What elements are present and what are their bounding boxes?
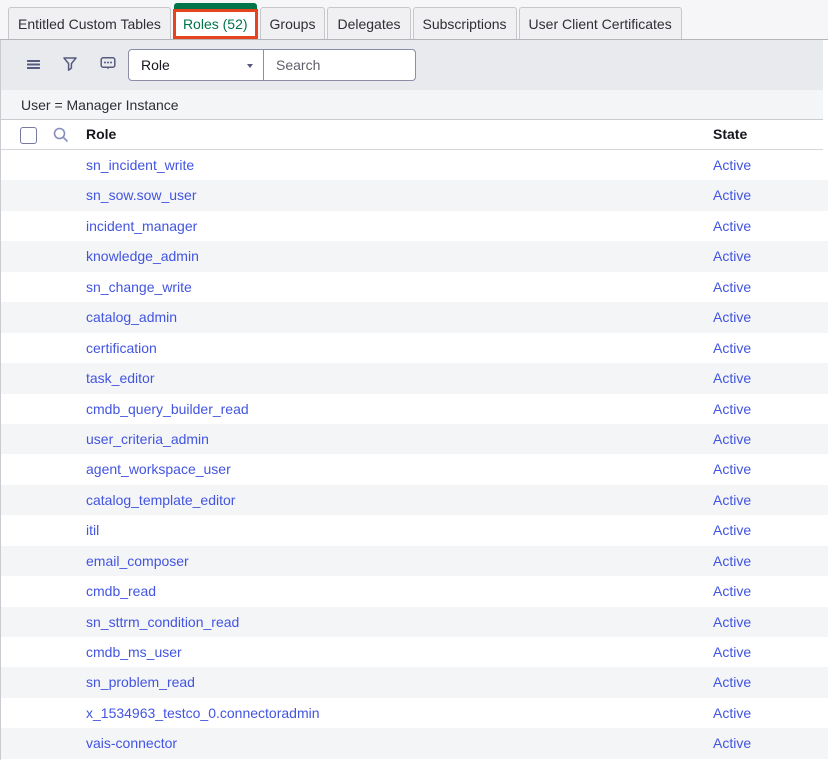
role-link[interactable]: certification <box>86 340 157 356</box>
table-row: certification Active <box>1 333 828 363</box>
table-row: sn_sttrm_condition_read Active <box>1 607 828 637</box>
state-value[interactable]: Active <box>713 614 751 630</box>
role-link[interactable]: x_1534963_testco_0.connectoradmin <box>86 705 320 721</box>
tab-label: Entitled Custom Tables <box>18 16 161 32</box>
tab-label: Roles (52) <box>183 16 248 32</box>
state-value[interactable]: Active <box>713 309 751 325</box>
tab-label: Delegates <box>337 16 400 32</box>
tab-bar: Entitled Custom Tables Roles (52) Groups… <box>0 0 828 40</box>
state-value[interactable]: Active <box>713 461 751 477</box>
list-search: Role <box>128 49 416 81</box>
tab-entitled-custom-tables[interactable]: Entitled Custom Tables <box>8 3 171 39</box>
state-value[interactable]: Active <box>713 279 751 295</box>
breadcrumb: User = Manager Instance <box>1 90 823 120</box>
table-row: cmdb_read Active <box>1 576 828 606</box>
tab-delegates[interactable]: Delegates <box>327 3 410 39</box>
state-value[interactable]: Active <box>713 583 751 599</box>
state-value[interactable]: Active <box>713 187 751 203</box>
table-row: cmdb_query_builder_read Active <box>1 394 828 424</box>
role-link[interactable]: sn_problem_read <box>86 674 195 690</box>
state-value[interactable]: Active <box>713 705 751 721</box>
role-link[interactable]: cmdb_query_builder_read <box>86 401 249 417</box>
state-value[interactable]: Active <box>713 492 751 508</box>
chevron-down-icon <box>247 64 253 68</box>
table-row: itil Active <box>1 515 828 545</box>
state-value[interactable]: Active <box>713 735 751 751</box>
state-value[interactable]: Active <box>713 674 751 690</box>
tab-label: Subscriptions <box>423 16 507 32</box>
state-value[interactable]: Active <box>713 401 751 417</box>
tab-label: User Client Certificates <box>529 16 672 32</box>
role-link[interactable]: itil <box>86 522 99 538</box>
role-link[interactable]: cmdb_read <box>86 583 156 599</box>
role-link[interactable]: email_composer <box>86 553 189 569</box>
role-link[interactable]: task_editor <box>86 370 154 386</box>
table-header: Role State <box>1 120 823 150</box>
filter-icon <box>62 56 78 75</box>
tab-subscriptions[interactable]: Subscriptions <box>413 3 517 39</box>
role-link[interactable]: sn_sttrm_condition_read <box>86 614 239 630</box>
role-link[interactable]: sn_sow.sow_user <box>86 187 197 203</box>
search-field-value: Role <box>141 57 170 73</box>
role-link[interactable]: sn_incident_write <box>86 157 194 173</box>
state-value[interactable]: Active <box>713 157 751 173</box>
role-link[interactable]: catalog_template_editor <box>86 492 235 508</box>
state-value[interactable]: Active <box>713 340 751 356</box>
table-row: cmdb_ms_user Active <box>1 637 828 667</box>
search-field-select[interactable]: Role <box>128 49 264 81</box>
table-row: task_editor Active <box>1 363 828 393</box>
role-link[interactable]: catalog_admin <box>86 309 177 325</box>
role-link[interactable]: knowledge_admin <box>86 248 199 264</box>
table-body: sn_incident_write Active sn_sow.sow_user… <box>1 150 828 759</box>
list-toolbar: Role <box>1 40 823 90</box>
column-header-state[interactable]: State <box>713 126 747 142</box>
table-row: sn_sow.sow_user Active <box>1 180 828 210</box>
state-value[interactable]: Active <box>713 218 751 234</box>
tab-roles-52[interactable]: Roles (52) <box>173 3 258 39</box>
table-row: agent_workspace_user Active <box>1 454 828 484</box>
role-link[interactable]: user_criteria_admin <box>86 431 209 447</box>
table-row: email_composer Active <box>1 546 828 576</box>
state-value[interactable]: Active <box>713 431 751 447</box>
table-row: vais-connector Active <box>1 728 828 758</box>
table-row: catalog_template_editor Active <box>1 485 828 515</box>
select-all-checkbox[interactable] <box>20 127 37 144</box>
state-value[interactable]: Active <box>713 522 751 538</box>
search-input[interactable] <box>264 49 416 81</box>
table-row: sn_incident_write Active <box>1 150 828 180</box>
table-row: knowledge_admin Active <box>1 241 828 271</box>
state-value[interactable]: Active <box>713 553 751 569</box>
comment-button[interactable] <box>100 56 116 74</box>
table-row: sn_change_write Active <box>1 272 828 302</box>
role-link[interactable]: cmdb_ms_user <box>86 644 182 660</box>
role-link[interactable]: sn_change_write <box>86 279 192 295</box>
role-link[interactable]: vais-connector <box>86 735 177 751</box>
filter-button[interactable] <box>62 56 78 75</box>
state-value[interactable]: Active <box>713 370 751 386</box>
tab-label: Groups <box>270 16 316 32</box>
table-row: x_1534963_testco_0.connectoradmin Active <box>1 698 828 728</box>
list-menu-button[interactable] <box>26 57 41 74</box>
state-value[interactable]: Active <box>713 248 751 264</box>
table-row: sn_problem_read Active <box>1 667 828 697</box>
role-link[interactable]: incident_manager <box>86 218 197 234</box>
table-row: catalog_admin Active <box>1 302 828 332</box>
comment-icon <box>100 56 116 74</box>
column-header-role[interactable]: Role <box>86 126 116 142</box>
menu-icon <box>26 57 41 74</box>
tab-groups[interactable]: Groups <box>260 3 326 39</box>
filter-condition[interactable]: User = Manager Instance <box>21 97 179 113</box>
state-value[interactable]: Active <box>713 644 751 660</box>
table-row: user_criteria_admin Active <box>1 424 828 454</box>
table-row: incident_manager Active <box>1 211 828 241</box>
role-link[interactable]: agent_workspace_user <box>86 461 231 477</box>
tab-user-client-certificates[interactable]: User Client Certificates <box>519 3 682 39</box>
column-search-icon[interactable] <box>53 127 69 148</box>
list-panel: Role User = Manager Instance Role State … <box>0 40 828 760</box>
